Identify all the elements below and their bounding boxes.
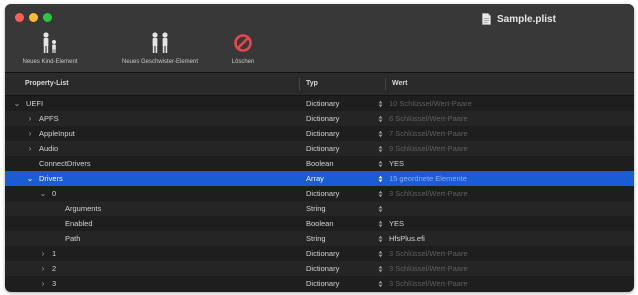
column-header-property-list[interactable]: Property-List <box>25 73 69 95</box>
column-divider[interactable] <box>299 78 300 90</box>
row-key[interactable]: Drivers <box>39 171 63 186</box>
row-value[interactable]: 10 Schlüssel/Wert-Paare <box>389 96 472 111</box>
delete-label: Löschen <box>231 59 255 65</box>
outline-row-audio[interactable]: › Audio Dictionary 9 Schlüssel/Wert-Paare <box>5 141 634 156</box>
disclosure-expanded-icon[interactable]: ⌄ <box>38 186 48 201</box>
outline-row-0[interactable]: ⌄ 0 Dictionary 3 Schlüssel/Wert-Paare <box>5 186 634 201</box>
row-type[interactable]: Dictionary <box>306 141 339 156</box>
row-type[interactable]: Dictionary <box>306 276 339 291</box>
outline-row-drivers[interactable]: ⌄ Drivers Array 15 geordnete Elemente <box>5 171 634 186</box>
row-value[interactable]: 3 Schlüssel/Wert-Paare <box>389 186 468 201</box>
type-stepper-icon[interactable] <box>378 220 383 228</box>
plist-editor-window: Sample.plist Neues Kind-Element Neues Ge… <box>5 4 634 292</box>
row-key[interactable]: Audio <box>39 141 58 156</box>
document-icon <box>482 13 491 25</box>
type-stepper-icon[interactable] <box>378 250 383 258</box>
row-key[interactable]: 1 <box>52 246 56 261</box>
new-sibling-element-label: Neues Geschwister-Element <box>121 59 199 65</box>
disclosure-collapsed-icon[interactable]: › <box>38 261 48 276</box>
row-type[interactable]: Boolean <box>306 156 334 171</box>
type-stepper-icon[interactable] <box>378 235 383 243</box>
outline-row-apfs[interactable]: › APFS Dictionary 6 Schlüssel/Wert-Paare <box>5 111 634 126</box>
disclosure-collapsed-icon[interactable]: › <box>38 276 48 291</box>
type-stepper-icon[interactable] <box>378 190 383 198</box>
new-sibling-element-button[interactable]: Neues Geschwister-Element <box>102 32 218 70</box>
type-stepper-icon[interactable] <box>378 205 383 213</box>
row-type[interactable]: String <box>306 201 326 216</box>
column-divider[interactable] <box>385 78 386 90</box>
type-stepper-icon[interactable] <box>378 130 383 138</box>
document-title-text: Sample.plist <box>497 13 556 25</box>
row-key[interactable]: 0 <box>52 186 56 201</box>
row-type[interactable]: Dictionary <box>306 246 339 261</box>
row-key[interactable]: Arguments <box>65 201 101 216</box>
outline-row-1[interactable]: › 1 Dictionary 3 Schlüssel/Wert-Paare <box>5 246 634 261</box>
row-key[interactable]: Path <box>65 231 80 246</box>
minimize-window-button[interactable] <box>29 13 38 22</box>
type-stepper-icon[interactable] <box>378 265 383 273</box>
row-key[interactable]: ConnectDrivers <box>39 156 91 171</box>
row-value[interactable]: 3 Schlüssel/Wert-Paare <box>389 246 468 261</box>
type-stepper-icon[interactable] <box>378 145 383 153</box>
delete-icon <box>234 34 252 52</box>
disclosure-collapsed-icon[interactable]: › <box>25 126 35 141</box>
row-value[interactable]: YES <box>389 216 404 231</box>
row-value[interactable]: 3 Schlüssel/Wert-Paare <box>389 261 468 276</box>
row-key[interactable]: 2 <box>52 261 56 276</box>
row-value[interactable]: HfsPlus.efi <box>389 231 425 246</box>
disclosure-collapsed-icon[interactable]: › <box>25 141 35 156</box>
outline-row-path[interactable]: Path String HfsPlus.efi <box>5 231 634 246</box>
new-child-element-button[interactable]: Neues Kind-Element <box>5 32 95 70</box>
row-type[interactable]: Boolean <box>306 216 334 231</box>
row-value[interactable]: 3 Schlüssel/Wert-Paare <box>389 276 468 291</box>
row-type[interactable]: Array <box>306 171 324 186</box>
outline-row-appleinput[interactable]: › AppleInput Dictionary 7 Schlüssel/Wert-Pa… <box>5 126 634 141</box>
column-header-row: Property-List Typ Wert <box>5 73 634 96</box>
disclosure-collapsed-icon[interactable]: › <box>25 111 35 126</box>
row-key[interactable]: APFS <box>39 111 59 126</box>
row-value[interactable]: 15 geordnete Elemente <box>389 171 467 186</box>
property-list-outline: ⌄ UEFI Dictionary 10 Schlüssel/Wert-Paare › A… <box>5 96 634 291</box>
row-key[interactable]: UEFI <box>26 96 43 111</box>
type-stepper-icon[interactable] <box>378 280 383 288</box>
row-type[interactable]: Dictionary <box>306 261 339 276</box>
row-value[interactable]: 7 Schlüssel/Wert-Paare <box>389 126 468 141</box>
row-key[interactable]: Enabled <box>65 216 93 231</box>
new-child-element-label: Neues Kind-Element <box>22 59 78 65</box>
row-type[interactable]: Dictionary <box>306 126 339 141</box>
type-stepper-icon[interactable] <box>378 100 383 108</box>
row-key[interactable]: 3 <box>52 276 56 291</box>
row-key[interactable]: AppleInput <box>39 126 75 141</box>
row-value[interactable]: 9 Schlüssel/Wert-Paare <box>389 141 468 156</box>
row-value[interactable]: YES <box>389 156 404 171</box>
outline-row-arguments[interactable]: Arguments String <box>5 201 634 216</box>
outline-row-uefi[interactable]: ⌄ UEFI Dictionary 10 Schlüssel/Wert-Paare <box>5 96 634 111</box>
row-type[interactable]: String <box>306 231 326 246</box>
title-bar: Sample.plist Neues Kind-Element Neues Ge… <box>5 4 634 73</box>
outline-row-connectdrivers[interactable]: ConnectDrivers Boolean YES <box>5 156 634 171</box>
outline-row-3[interactable]: › 3 Dictionary 3 Schlüssel/Wert-Paare <box>5 276 634 291</box>
add-sibling-icon <box>152 32 168 53</box>
row-type[interactable]: Dictionary <box>306 96 339 111</box>
outline-row-2[interactable]: › 2 Dictionary 3 Schlüssel/Wert-Paare <box>5 261 634 276</box>
row-type[interactable]: Dictionary <box>306 111 339 126</box>
column-header-value[interactable]: Wert <box>392 73 407 95</box>
disclosure-expanded-icon[interactable]: ⌄ <box>25 171 35 186</box>
type-stepper-icon[interactable] <box>378 160 383 168</box>
column-header-type[interactable]: Typ <box>306 73 318 95</box>
outline-row-enabled[interactable]: Enabled Boolean YES <box>5 216 634 231</box>
row-type[interactable]: Dictionary <box>306 186 339 201</box>
add-child-icon <box>43 32 56 53</box>
maximize-window-button[interactable] <box>43 13 52 22</box>
close-window-button[interactable] <box>15 13 24 22</box>
document-title: Sample.plist <box>482 11 556 27</box>
delete-button[interactable]: Löschen <box>221 32 265 70</box>
type-stepper-icon[interactable] <box>378 175 383 183</box>
disclosure-collapsed-icon[interactable]: › <box>38 246 48 261</box>
type-stepper-icon[interactable] <box>378 115 383 123</box>
row-value[interactable]: 6 Schlüssel/Wert-Paare <box>389 111 468 126</box>
disclosure-expanded-icon[interactable]: ⌄ <box>12 96 22 111</box>
